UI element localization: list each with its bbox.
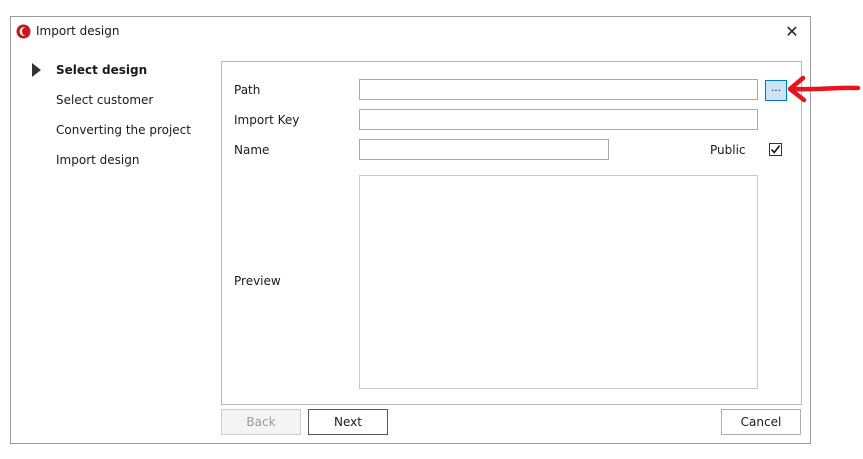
form-panel: Path ... Import Key Name Public Preview — [221, 61, 802, 405]
browse-button[interactable]: ... — [765, 80, 787, 101]
name-input[interactable] — [359, 139, 609, 160]
step-select-customer: Select customer — [56, 93, 154, 107]
name-label: Name — [234, 143, 270, 157]
step-select-design: Select design — [56, 63, 148, 77]
annotation-arrow-icon — [787, 75, 861, 103]
app-logo-icon — [16, 24, 31, 39]
step-import-design: Import design — [56, 153, 140, 167]
window-title: Import design — [36, 24, 120, 38]
back-button[interactable]: Back — [221, 409, 301, 435]
import-key-input[interactable] — [359, 109, 758, 130]
current-step-arrow-icon — [32, 63, 41, 77]
preview-area — [359, 175, 758, 389]
import-key-label: Import Key — [234, 113, 300, 127]
public-label: Public — [710, 143, 746, 157]
title-bar: Import design ✕ — [11, 17, 810, 47]
path-label: Path — [234, 83, 261, 97]
path-input[interactable] — [359, 79, 758, 100]
import-design-dialog: Import design ✕ Select design Select cus… — [10, 16, 811, 444]
preview-label: Preview — [234, 274, 281, 288]
step-converting-project: Converting the project — [56, 123, 191, 137]
public-checkbox[interactable] — [769, 143, 782, 156]
checkmark-icon — [770, 145, 781, 154]
cancel-button[interactable]: Cancel — [721, 409, 801, 435]
close-icon[interactable]: ✕ — [780, 20, 804, 44]
next-button[interactable]: Next — [308, 409, 388, 435]
